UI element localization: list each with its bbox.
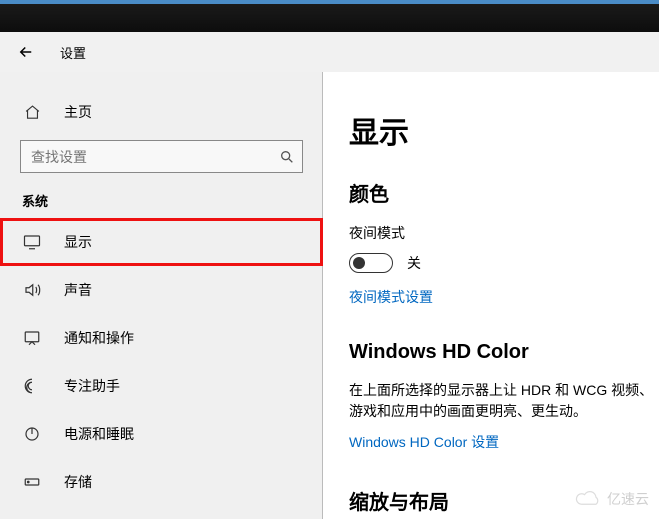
search-icon bbox=[279, 149, 295, 165]
sidebar: 主页 系统 显示 声音 通知和操作 bbox=[0, 72, 323, 519]
section-color-heading: 颜色 bbox=[349, 178, 659, 207]
night-mode-label: 夜间模式 bbox=[349, 223, 659, 243]
toggle-knob bbox=[353, 257, 365, 269]
search-wrap bbox=[20, 140, 303, 173]
sidebar-item-label: 存储 bbox=[64, 472, 92, 492]
power-icon bbox=[22, 425, 42, 443]
sound-icon bbox=[22, 281, 42, 299]
sidebar-item-display[interactable]: 显示 bbox=[0, 218, 323, 266]
page-title: 显示 bbox=[349, 108, 659, 152]
home-icon bbox=[22, 104, 42, 121]
sidebar-item-power[interactable]: 电源和睡眠 bbox=[0, 410, 323, 458]
sidebar-item-storage[interactable]: 存储 bbox=[0, 458, 323, 506]
sidebar-group-title: 系统 bbox=[0, 191, 323, 218]
section-hdr-heading: Windows HD Color bbox=[349, 341, 659, 364]
monitor-icon bbox=[22, 233, 42, 251]
cloud-icon bbox=[575, 490, 603, 508]
hdr-settings-link[interactable]: Windows HD Color 设置 bbox=[349, 432, 499, 452]
back-button[interactable] bbox=[12, 38, 40, 66]
sidebar-item-label: 通知和操作 bbox=[64, 328, 134, 348]
sidebar-item-focus[interactable]: 专注助手 bbox=[0, 362, 323, 410]
sidebar-item-notifications[interactable]: 通知和操作 bbox=[0, 314, 323, 362]
sidebar-item-label: 显示 bbox=[64, 232, 92, 252]
sidebar-home-label: 主页 bbox=[64, 102, 92, 122]
header-title: 设置 bbox=[60, 43, 86, 62]
notification-icon bbox=[22, 329, 42, 347]
night-mode-state: 关 bbox=[407, 253, 421, 273]
storage-icon bbox=[22, 473, 42, 491]
window-titlebar bbox=[0, 0, 659, 32]
sidebar-item-label: 电源和睡眠 bbox=[64, 424, 134, 444]
watermark: 亿速云 bbox=[575, 489, 649, 509]
hdr-description: 在上面所选择的显示器上让 HDR 和 WCG 视频、游戏和应用中的画面更明亮、更… bbox=[349, 380, 659, 422]
content-area: 显示 颜色 夜间模式 关 夜间模式设置 Windows HD Color 在上面… bbox=[323, 72, 659, 519]
sidebar-item-label: 声音 bbox=[64, 280, 92, 300]
arrow-left-icon bbox=[17, 43, 35, 61]
sidebar-item-tablet[interactable]: 平板模式 bbox=[0, 506, 323, 519]
night-mode-toggle[interactable] bbox=[349, 253, 393, 273]
sidebar-item-label: 专注助手 bbox=[64, 376, 120, 396]
night-mode-settings-link[interactable]: 夜间模式设置 bbox=[349, 287, 433, 307]
app-header: 设置 bbox=[0, 32, 659, 72]
sidebar-item-sound[interactable]: 声音 bbox=[0, 266, 323, 314]
sidebar-home[interactable]: 主页 bbox=[0, 92, 323, 132]
focus-icon bbox=[22, 377, 42, 395]
search-input[interactable] bbox=[20, 140, 303, 173]
